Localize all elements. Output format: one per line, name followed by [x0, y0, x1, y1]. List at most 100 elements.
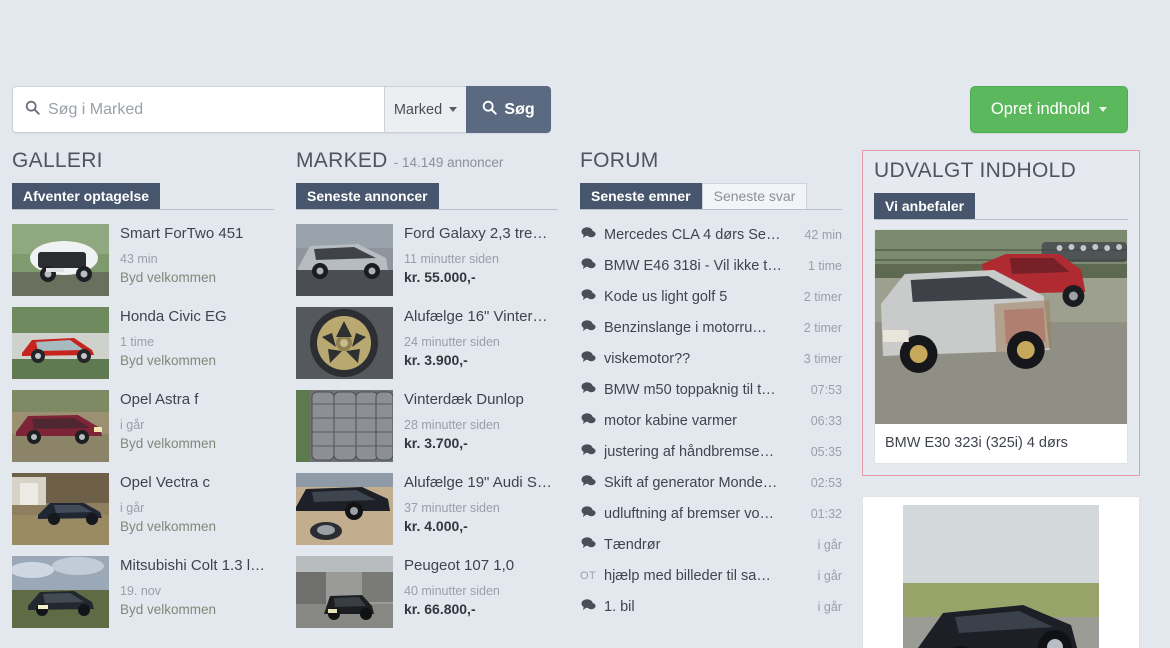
speech-bubble-icon — [580, 598, 596, 616]
list-item-body: Opel Astra f i går Byd velkommen — [120, 390, 274, 462]
tab-afventer-optagelse[interactable]: Afventer optagelse — [12, 183, 161, 209]
thumbnail-image — [296, 224, 393, 296]
tab-seneste-svar[interactable]: Seneste svar — [701, 183, 808, 209]
list-item-time: 43 min — [120, 252, 158, 267]
list-item-time: 28 minutter siden — [404, 418, 500, 433]
thumbnail-image — [296, 307, 393, 379]
chevron-down-icon — [1099, 107, 1107, 112]
gallery-tabs: Afventer optagelse — [12, 183, 274, 210]
forum-list-item[interactable]: Skift af generator Monde… 02:53 — [580, 467, 842, 498]
featured-card-caption: BMW E30 323i (325i) 4 dørs — [885, 435, 1068, 451]
list-item[interactable]: Opel Vectra c i går Byd velkommen — [12, 468, 274, 551]
speech-bubble-icon — [580, 288, 596, 306]
tab-vi-anbefaler[interactable]: Vi anbefaler — [874, 193, 976, 219]
list-item-title: Peugeot 107 1,0 — [404, 557, 515, 574]
forum-tabs: Seneste emner Seneste svar — [580, 183, 842, 210]
speech-bubble-icon — [580, 443, 596, 461]
forum-item-time: 3 timer — [803, 351, 842, 366]
forum-item-time: 07:53 — [810, 382, 842, 397]
search-submit-button[interactable]: Søg — [466, 86, 551, 133]
chevron-down-icon — [449, 107, 458, 112]
forum-item-time: i går — [817, 599, 842, 614]
forum-item-time: 02:53 — [810, 475, 842, 490]
search-scope-dropdown[interactable]: Marked — [384, 86, 466, 133]
forum-list-item[interactable]: Kode us light golf 5 2 timer — [580, 281, 842, 312]
list-item-price: kr. 3.700,- — [404, 435, 468, 452]
forum-item-time: 42 min — [804, 227, 842, 242]
list-item[interactable]: Peugeot 107 1,0 40 minutter siden kr. 66… — [296, 551, 558, 634]
list-item-time: 40 minutter siden — [404, 584, 500, 599]
marked-column: MARKED - 14.149 annoncer Seneste annonce… — [296, 150, 558, 648]
list-item[interactable]: Alufælge 16" Vinter… 24 minutter siden k… — [296, 302, 558, 385]
list-item-body: Mitsubishi Colt 1.3 l… 19. nov Byd velko… — [120, 556, 274, 628]
list-item-title: Smart ForTwo 451 — [120, 225, 244, 242]
list-item-time: 19. nov — [120, 584, 162, 599]
columns-container: GALLERI Afventer optagelse Smart ForTwo … — [0, 150, 1170, 648]
list-item-price: kr. 66.800,- — [404, 601, 476, 618]
thumbnail-image — [12, 473, 109, 545]
list-item[interactable]: Honda Civic EG 1 time Byd velkommen — [12, 302, 274, 385]
forum-list-item[interactable]: justering af håndbremse… 05:35 — [580, 436, 842, 467]
top-toolbar: Marked Søg Opret indhold — [0, 86, 1170, 134]
speech-bubble-icon — [580, 505, 596, 523]
forum-list-item[interactable]: BMW m50 toppaknig til t… 07:53 — [580, 374, 842, 405]
forum-list-item[interactable]: motor kabine varmer 06:33 — [580, 405, 842, 436]
list-item[interactable]: Alufælge 19" Audi S… 37 minutter siden k… — [296, 468, 558, 551]
list-item-body: Alufælge 19" Audi S… 37 minutter siden k… — [404, 473, 558, 545]
featured-tabs: Vi anbefaler — [874, 193, 1128, 220]
forum-item-title: udluftning af bremser vo… — [604, 505, 775, 522]
list-item-time: 11 minutter siden — [404, 252, 499, 267]
thumbnail-image — [12, 307, 109, 379]
thumbnail-image — [12, 556, 109, 628]
list-item[interactable]: Mitsubishi Colt 1.3 l… 19. nov Byd velko… — [12, 551, 274, 634]
list-item-time: i går — [120, 501, 145, 516]
tab-seneste-annoncer[interactable]: Seneste annoncer — [296, 183, 439, 209]
forum-item-title: Mercedes CLA 4 dørs Se… — [604, 226, 781, 243]
list-item-title: Opel Vectra c — [120, 474, 211, 491]
list-item-subtitle: Byd velkommen — [120, 270, 217, 286]
list-item-title: Alufælge 19" Audi S… — [404, 474, 552, 491]
list-item-time: 24 minutter siden — [404, 335, 500, 350]
list-item-price: kr. 4.000,- — [404, 518, 468, 535]
forum-list-item[interactable]: Mercedes CLA 4 dørs Se… 42 min — [580, 219, 842, 250]
featured-card[interactable]: BMW E30 323i (325i) 4 dørs — [874, 229, 1128, 464]
marked-heading-text: MARKED — [296, 149, 388, 172]
forum-list-item[interactable]: Tændrør i går — [580, 529, 842, 560]
gallery-heading-text: GALLERI — [12, 149, 103, 172]
page-root: Marked Søg Opret indhold GALLER — [0, 0, 1170, 648]
list-item-subtitle: Byd velkommen — [120, 436, 217, 452]
search-bar: Marked Søg — [12, 86, 551, 133]
forum-list-item[interactable]: udluftning af bremser vo… 01:32 — [580, 498, 842, 529]
list-item[interactable]: Opel Astra f i går Byd velkommen — [12, 385, 274, 468]
forum-list-item[interactable]: 1. bil i går — [580, 591, 842, 622]
search-field[interactable] — [12, 86, 384, 133]
forum-list-item[interactable]: viskemotor?? 3 timer — [580, 343, 842, 374]
speech-bubble-icon — [580, 412, 596, 430]
search-input[interactable] — [48, 100, 368, 119]
forum-list-item[interactable]: BMW E46 318i - Vil ikke t… 1 time — [580, 250, 842, 281]
speech-bubble-icon — [580, 257, 596, 275]
featured-card-secondary[interactable] — [862, 496, 1140, 648]
forum-item-title: BMW E46 318i - Vil ikke t… — [604, 257, 782, 274]
search-scope-label: Marked — [393, 101, 443, 118]
forum-item-title: Skift af generator Monde… — [604, 474, 778, 491]
speech-bubble-icon — [580, 350, 596, 368]
forum-column: FORUM Seneste emner Seneste svar Mercede… — [580, 150, 842, 648]
list-item-title: Honda Civic EG — [120, 308, 227, 325]
list-item-body: Peugeot 107 1,0 40 minutter siden kr. 66… — [404, 556, 558, 628]
forum-item-time: 05:35 — [810, 444, 842, 459]
list-item[interactable]: Vinterdæk Dunlop 28 minutter siden kr. 3… — [296, 385, 558, 468]
forum-item-title: motor kabine varmer — [604, 412, 737, 429]
featured-image — [875, 230, 1127, 424]
list-item[interactable]: Smart ForTwo 451 43 min Byd velkommen — [12, 219, 274, 302]
forum-list-item[interactable]: OT hjælp med billeder til sa… i går — [580, 560, 842, 591]
create-content-button[interactable]: Opret indhold — [969, 86, 1128, 133]
forum-list-item[interactable]: Benzinslange i motorru… 2 timer — [580, 312, 842, 343]
tab-seneste-emner[interactable]: Seneste emner — [580, 183, 702, 209]
thumbnail-image — [296, 556, 393, 628]
forum-item-title: Benzinslange i motorru… — [604, 319, 767, 336]
list-item-body: Alufælge 16" Vinter… 24 minutter siden k… — [404, 307, 558, 379]
list-item-subtitle: Byd velkommen — [120, 353, 217, 369]
forum-item-title: hjælp med billeder til sa… — [604, 567, 771, 584]
list-item[interactable]: Ford Galaxy 2,3 tre… 11 minutter siden k… — [296, 219, 558, 302]
